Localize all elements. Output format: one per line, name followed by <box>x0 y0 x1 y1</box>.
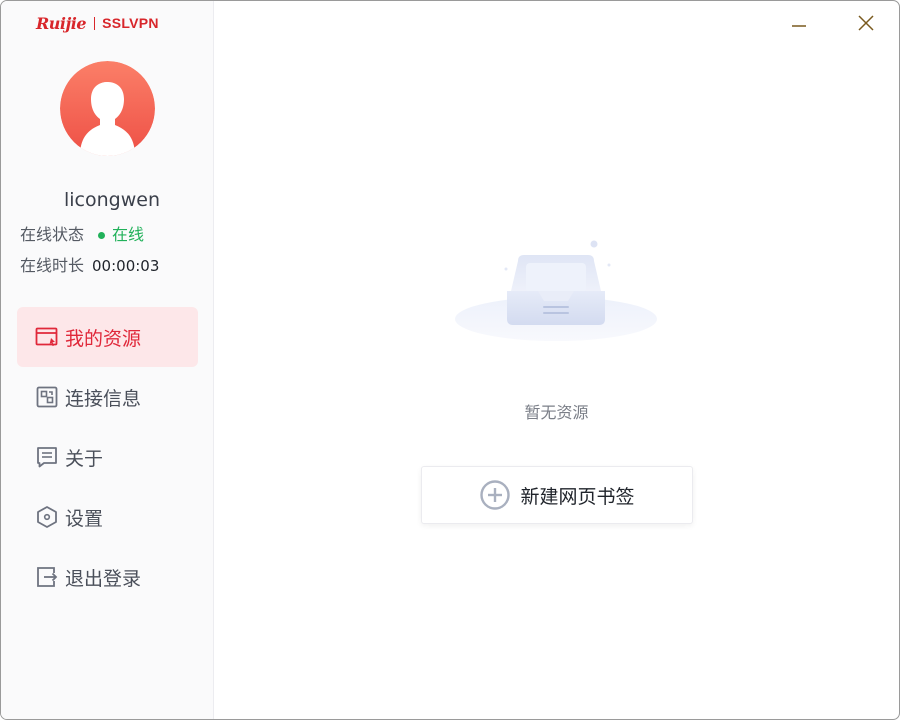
settings-icon <box>35 505 59 529</box>
empty-state-illustration <box>454 235 662 347</box>
sidebar: Ruijie SSLVPN licongwen 在线状态 在线 在线时长 00:… <box>1 1 214 719</box>
logo-divider <box>94 16 96 30</box>
sidebar-item-about[interactable]: 关于 <box>17 427 198 487</box>
sidebar-item-label: 我的资源 <box>65 327 142 350</box>
about-icon <box>35 445 59 469</box>
add-web-bookmark-label: 新建网页书签 <box>520 485 635 508</box>
online-duration-label: 在线时长 <box>20 256 85 275</box>
online-dot-icon <box>98 231 106 239</box>
sidebar-item-label: 关于 <box>65 447 104 470</box>
online-status-value: 在线 <box>98 224 144 246</box>
sidebar-item-label: 设置 <box>65 507 104 530</box>
online-status-row: 在线状态 在线 <box>20 224 144 246</box>
online-duration-value: 00:00:03 <box>92 257 160 275</box>
online-status-text: 在线 <box>112 225 145 244</box>
username: licongwen <box>63 189 160 211</box>
close-button[interactable] <box>854 11 878 35</box>
sidebar-item-label: 连接信息 <box>65 387 142 410</box>
user-avatar-icon <box>60 61 155 156</box>
add-circle-icon <box>479 479 511 511</box>
sidebar-nav: 我的资源 连接信息 关于 设置 退出登录 <box>17 307 198 607</box>
avatar <box>60 61 155 156</box>
sidebar-item-logout[interactable]: 退出登录 <box>17 547 198 607</box>
main-content: 暂无资源 新建网页书签 <box>214 1 899 719</box>
online-status-label: 在线状态 <box>20 225 85 244</box>
app-logo: Ruijie SSLVPN <box>36 12 159 34</box>
sidebar-item-label: 退出登录 <box>65 567 142 590</box>
empty-state-text: 暂无资源 <box>524 403 589 422</box>
empty-inbox-icon <box>455 240 657 341</box>
minimize-icon <box>792 25 806 27</box>
add-web-bookmark-button[interactable]: 新建网页书签 <box>421 466 693 524</box>
product-name: SSLVPN <box>102 15 159 31</box>
brand-logo-text: Ruijie <box>36 13 87 33</box>
minimize-button[interactable] <box>787 11 811 35</box>
app-window: Ruijie SSLVPN licongwen 在线状态 在线 在线时长 00:… <box>0 0 900 720</box>
online-duration-row: 在线时长 00:00:03 <box>20 255 159 277</box>
sidebar-item-my-resources[interactable]: 我的资源 <box>17 307 198 367</box>
sidebar-item-settings[interactable]: 设置 <box>17 487 198 547</box>
connection-info-icon <box>35 385 59 409</box>
logout-icon <box>35 565 59 589</box>
my-resources-icon <box>35 325 59 349</box>
sidebar-item-connection-info[interactable]: 连接信息 <box>17 367 198 427</box>
close-icon <box>858 15 874 31</box>
